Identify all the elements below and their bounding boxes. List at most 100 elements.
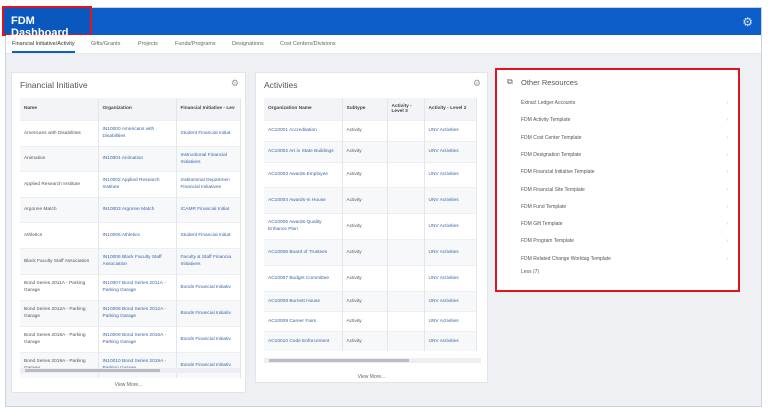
financial-initiative-table: Name Organization Financial Initiative -… [20, 98, 241, 378]
table-row[interactable]: AC10002 Art in State Buildings Activity UN… [264, 140, 477, 162]
table-cell[interactable]: UNV Activities [424, 310, 477, 331]
gear-icon[interactable]: ⚙ [742, 15, 753, 29]
table-cell[interactable]: Institutional Departmen Financial Initia… [176, 170, 241, 197]
less-link[interactable]: Less (7) [521, 269, 728, 275]
column-header-activity-level-2[interactable]: Activity - Level 2 [424, 98, 477, 120]
tab-financial-initiative-activity[interactable]: Financial Initiative/Activity [12, 41, 75, 53]
table-cell[interactable]: Student Financial Initiat [176, 221, 241, 248]
table-row[interactable]: Americans with Disabilities IN10000 Ameri… [20, 119, 241, 146]
table-row[interactable]: Applied Research Institute IN10002 Applie… [20, 170, 241, 197]
table-cell[interactable]: AC10008 Burnett House [264, 290, 343, 311]
table-cell[interactable]: AC10004 Awards-In House [264, 186, 343, 213]
resource-link[interactable]: FDM Designation Template › [521, 152, 728, 158]
gear-icon[interactable]: ⚙ [473, 78, 481, 89]
scrollbar-thumb[interactable] [25, 369, 160, 372]
table-row[interactable]: AC10005 Awards-Quality Enhance Plan Activ… [264, 212, 477, 239]
table-row[interactable]: AC10009 Career Fairs Activity UNV Activiti… [264, 310, 477, 331]
resource-link[interactable]: FDM Related Change Worktag Template › [521, 256, 728, 262]
table-cell[interactable]: ICAMR Financial Initiat [176, 196, 241, 222]
column-header-organization-name[interactable]: Organization Name [264, 98, 343, 120]
resource-label: FDM Designation Template [521, 151, 582, 158]
table-cell[interactable]: Student Financial Initiat [176, 119, 241, 146]
column-header-name[interactable]: Name [20, 98, 99, 120]
table-row[interactable]: AC10004 Awards-In House Activity UNV Activ… [264, 186, 477, 213]
table-cell[interactable]: AC10007 Budget Committee [264, 264, 343, 291]
table-cell[interactable]: AC10006 Board of Trustees [264, 238, 343, 265]
resource-link[interactable]: Extract Ledger Accounts › [521, 100, 728, 106]
table-cell[interactable]: UNV Activities [424, 330, 477, 351]
table-row[interactable]: AC10001 Accreditation Activity UNV Activit… [264, 119, 477, 141]
table-cell[interactable]: UNV Activities [424, 186, 477, 213]
tab-designations[interactable]: Designations [232, 41, 264, 47]
resource-link[interactable]: FDM Activity Template › [521, 117, 728, 123]
resource-label: FDM Activity Template [521, 117, 571, 124]
view-more-link[interactable]: View More... [12, 382, 245, 388]
table-cell[interactable]: IN10010 Bond Series 2019A - Parking Gara… [98, 351, 177, 378]
table-cell[interactable]: AC10010 Code Enforcement [264, 330, 343, 351]
resource-link[interactable]: FDM Gift Template › [521, 221, 728, 227]
table-cell[interactable]: Bonds Financial Initiativ [176, 299, 241, 326]
table-cell[interactable]: AC10002 Art in State Buildings [264, 140, 343, 162]
tab-cost-centers-divisions[interactable]: Cost Centers/Divisions [280, 41, 336, 47]
table-cell[interactable]: UNV Activities [424, 119, 477, 141]
view-more-link[interactable]: View More... [256, 374, 487, 380]
table-row[interactable]: AC10006 Board of Trustees Activity UNV Act… [264, 238, 477, 265]
resource-link[interactable]: FDM Fund Template › [521, 204, 728, 210]
table-cell[interactable]: IN10008 Bond Series 2012A - Parking Gara… [98, 299, 177, 326]
resource-link[interactable]: FDM Financial Site Template › [521, 187, 728, 193]
table-cell: Activity [342, 290, 388, 311]
table-row[interactable]: Argonne Match IN10003 Argonne Match ICAMR … [20, 196, 241, 222]
activities-table: Organization Name Subtype Activity - Lev… [264, 98, 477, 351]
table-row[interactable]: Bond Series 2012A - Parking Garage IN1000… [20, 299, 241, 326]
table-cell[interactable]: IN10007 Bond Series 2011A - Parking Gara… [98, 273, 177, 300]
table-cell[interactable]: AC10001 Accreditation [264, 119, 343, 141]
table-cell[interactable]: IN10005 Athletics [98, 221, 177, 248]
table-cell[interactable]: Faculty & Staff Financia Initiatives [176, 247, 241, 274]
horizontal-scrollbar[interactable] [20, 368, 240, 373]
table-cell[interactable]: UNV Activities [424, 290, 477, 311]
table-row[interactable]: Black Faculty Staff Association IN10006 B… [20, 247, 241, 274]
table-row[interactable]: Bond Series 2011A - Parking Garage IN1000… [20, 273, 241, 300]
table-cell: Activity [342, 186, 388, 213]
table-cell[interactable]: UNV Activities [424, 161, 477, 187]
table-cell[interactable]: UNV Activities [424, 140, 477, 162]
table-cell[interactable]: IN10009 Bond Series 2016A - Parking Gara… [98, 325, 177, 352]
tab-projects[interactable]: Projects [138, 41, 158, 47]
column-header-organization[interactable]: Organization [98, 98, 177, 120]
table-cell[interactable]: IN10002 Applied Research Institute [98, 170, 177, 197]
horizontal-scrollbar[interactable] [264, 358, 481, 363]
table-cell[interactable]: Bonds Financial Initiativ [176, 325, 241, 352]
table-row[interactable]: AC10007 Budget Committee Activity UNV Acti… [264, 264, 477, 291]
table-cell[interactable]: IN10003 Argonne Match [98, 196, 177, 222]
table-cell[interactable]: UNV Activities [424, 238, 477, 265]
table-cell[interactable]: IN10006 Black Faculty Staff Association [98, 247, 177, 274]
gear-icon[interactable]: ⚙ [231, 78, 239, 89]
table-cell[interactable]: Bonds Financial Initiativ [176, 351, 241, 378]
table-row[interactable]: Animation IN10001 Animation Instructional … [20, 145, 241, 171]
table-cell[interactable]: AC10003 Awards-Employee [264, 161, 343, 187]
table-row[interactable]: Bond Series 2016A - Parking Garage IN1000… [20, 325, 241, 352]
table-row[interactable]: AC10010 Code Enforcement Activity UNV Acti… [264, 330, 477, 351]
table-row[interactable]: AC10003 Awards-Employee Activity UNV Activ… [264, 161, 477, 187]
tab-funds-programs[interactable]: Funds/Programs [175, 41, 216, 47]
table-cell[interactable]: UNV Activities [424, 212, 477, 239]
column-header-activity-level-3[interactable]: Activity - Level 3 [387, 98, 425, 120]
table-row[interactable]: AC10008 Burnett House Activity UNV Activit… [264, 290, 477, 311]
table-cell[interactable]: AC10009 Career Fairs [264, 310, 343, 331]
table-cell[interactable]: UNV Activities [424, 264, 477, 291]
table-cell[interactable]: IN10001 Animation [98, 145, 177, 171]
table-cell[interactable]: AC10005 Awards-Quality Enhance Plan [264, 212, 343, 239]
scrollbar-thumb[interactable] [269, 359, 409, 362]
table-cell[interactable]: Instructional Financial Initiatives [176, 145, 241, 171]
table-cell: Bond Series 2012A - Parking Garage [20, 299, 99, 326]
resource-link[interactable]: FDM Program Template › [521, 238, 728, 244]
resource-link[interactable]: FDM Cost Center Template › [521, 135, 728, 141]
table-cell[interactable]: IN10000 Americans with Disabilities [98, 119, 177, 146]
table-row[interactable]: Athletics IN10005 Athletics Student Financ… [20, 221, 241, 248]
table-cell[interactable]: Bonds Financial Initiativ [176, 273, 241, 300]
table-row[interactable]: Bond Series 2019A - Parking GarageIN1001… [20, 351, 241, 378]
tab-gifts-grants[interactable]: Gifts/Grants [91, 41, 120, 47]
column-header-subtype[interactable]: Subtype [342, 98, 388, 120]
resource-link[interactable]: FDM Financial Initiative Template › [521, 169, 728, 175]
column-header-level[interactable]: Financial Initiative - Lev [176, 98, 241, 120]
